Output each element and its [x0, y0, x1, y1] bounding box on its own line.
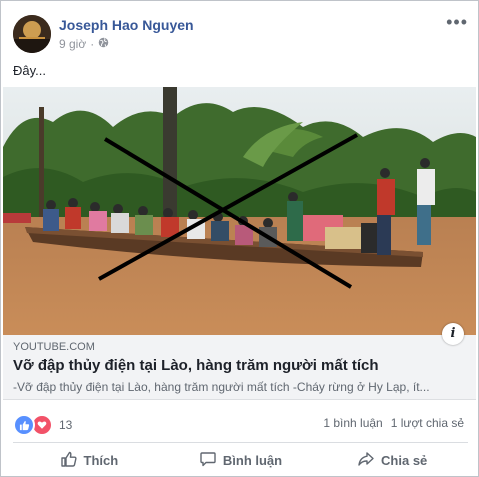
share-icon	[357, 450, 375, 471]
share-label: Chia sẻ	[381, 452, 428, 468]
video-thumbnail[interactable]	[3, 87, 476, 335]
comment-label: Bình luận	[222, 452, 283, 468]
link-title[interactable]: Vỡ đập thủy điện tại Lào, hàng trăm ngườ…	[13, 357, 379, 374]
thumbs-up-icon	[60, 450, 78, 471]
more-dots-icon[interactable]: •••	[446, 13, 468, 31]
like-label: Thích	[83, 452, 119, 468]
comment-count[interactable]: 1 bình luận	[323, 416, 382, 430]
post-header: Joseph Hao Nguyen 9 giờ · •••	[13, 13, 468, 55]
post-time[interactable]: 9 giờ	[59, 37, 86, 51]
share-button[interactable]: Chia sẻ	[316, 445, 468, 475]
info-icon[interactable]: i	[442, 323, 464, 345]
author-name[interactable]: Joseph Hao Nguyen	[59, 17, 194, 33]
like-button[interactable]: Thích	[13, 445, 165, 475]
like-reaction-icon	[13, 414, 35, 436]
link-preview[interactable]: YOUTUBE.COM Vỡ đập thủy điện tại Lào, hà…	[3, 323, 476, 400]
engagement-counts: 1 bình luận 1 lượt chia sẻ	[323, 416, 464, 430]
post-meta: 9 giờ ·	[59, 37, 109, 51]
comment-button[interactable]: Bình luận	[165, 445, 317, 475]
dot-separator: ·	[90, 37, 95, 51]
comment-icon	[199, 450, 217, 471]
post-text: Đây...	[13, 63, 46, 78]
avatar[interactable]	[13, 15, 51, 53]
reactions-summary[interactable]: 13	[13, 414, 72, 436]
actions-divider	[13, 442, 468, 443]
post-stats: 13 1 bình luận 1 lượt chia sẻ	[13, 412, 468, 436]
action-bar: Thích Bình luận Chia sẻ	[13, 445, 468, 475]
share-count[interactable]: 1 lượt chia sẻ	[391, 416, 464, 430]
link-description: -Vỡ đập thủy điện tại Lào, hàng trăm ngư…	[13, 380, 430, 394]
link-domain: YOUTUBE.COM	[13, 341, 95, 353]
post-card: Joseph Hao Nguyen 9 giờ · ••• Đây... YOU…	[0, 0, 479, 477]
reaction-count: 13	[59, 418, 73, 432]
globe-icon	[98, 37, 109, 51]
